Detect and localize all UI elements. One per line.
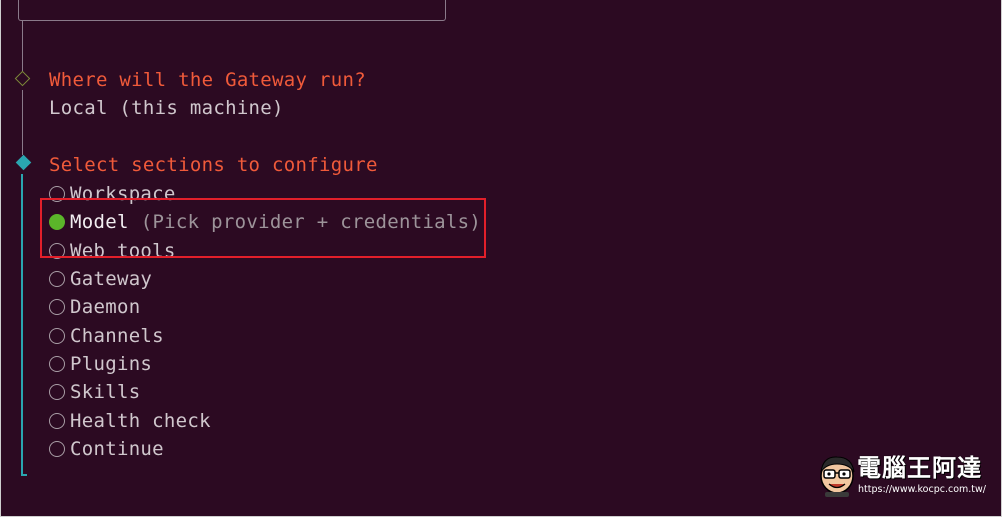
- watermark-title: 電腦王阿達: [857, 454, 982, 482]
- gateway-location-answer: Local (this machine): [49, 97, 284, 119]
- step-active-diamond-icon: [15, 154, 32, 171]
- option-plugins[interactable]: Plugins: [49, 351, 152, 377]
- watermark: 電腦王阿達 https://www.kocpc.com.tw/: [815, 452, 986, 500]
- option-label: Daemon: [70, 296, 141, 318]
- option-daemon[interactable]: Daemon: [49, 294, 140, 320]
- step-rail: [22, 90, 23, 155]
- watermark-url: https://www.kocpc.com.tw/: [858, 484, 986, 495]
- option-health-check[interactable]: Health check: [49, 408, 211, 434]
- step-rail: [22, 21, 23, 71]
- option-label: Continue: [70, 438, 164, 460]
- radio-off-icon: [49, 384, 65, 400]
- radio-off-icon: [49, 299, 65, 315]
- radio-off-icon: [49, 413, 65, 429]
- option-label: Plugins: [70, 353, 153, 375]
- radio-off-icon: [49, 356, 65, 372]
- active-step-rail: [21, 174, 23, 476]
- step-complete-diamond-icon: [14, 70, 31, 87]
- active-step-rail-end: [21, 474, 27, 476]
- gateway-location-question: Where will the Gateway run?: [49, 69, 366, 91]
- option-gateway[interactable]: Gateway: [49, 266, 152, 292]
- option-label: Skills: [70, 381, 141, 403]
- radio-off-icon: [49, 271, 65, 287]
- radio-off-icon: [49, 441, 65, 457]
- option-label: Gateway: [70, 268, 153, 290]
- radio-off-icon: [49, 328, 65, 344]
- option-continue[interactable]: Continue: [49, 436, 164, 462]
- option-skills[interactable]: Skills: [49, 379, 140, 405]
- previous-step-box: [18, 0, 446, 21]
- option-label: Channels: [70, 325, 164, 347]
- terminal-window: Where will the Gateway run? Local (this …: [1, 0, 1001, 516]
- option-label: Health check: [70, 410, 211, 432]
- annotation-highlight-box: [40, 198, 486, 258]
- sections-question: Select sections to configure: [49, 154, 378, 176]
- option-channels[interactable]: Channels: [49, 323, 164, 349]
- mascot-logo-icon: [820, 456, 855, 497]
